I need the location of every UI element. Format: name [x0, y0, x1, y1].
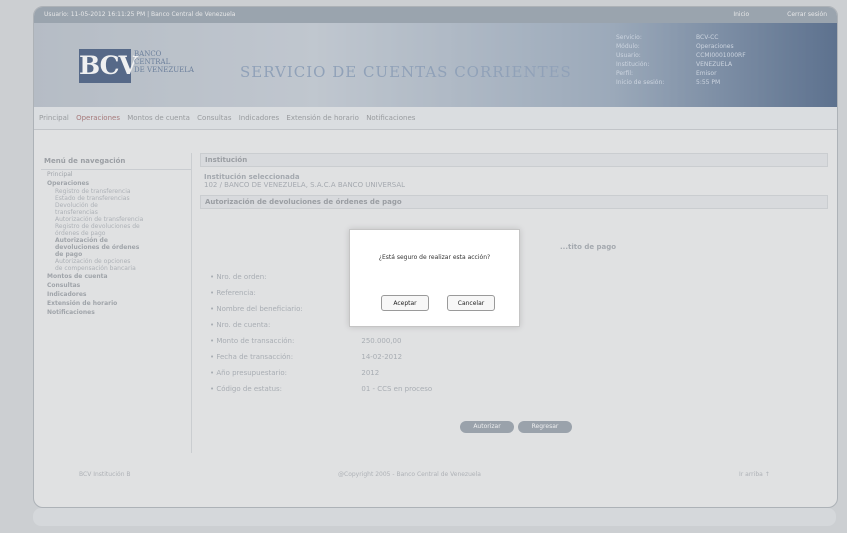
accept-button[interactable]: Aceptar [381, 295, 429, 311]
cancel-button[interactable]: Cancelar [447, 295, 495, 311]
confirm-dialog: ¿Está seguro de realizar esta acción? Ac… [349, 229, 520, 327]
confirm-message: ¿Está seguro de realizar esta acción? [378, 254, 491, 261]
